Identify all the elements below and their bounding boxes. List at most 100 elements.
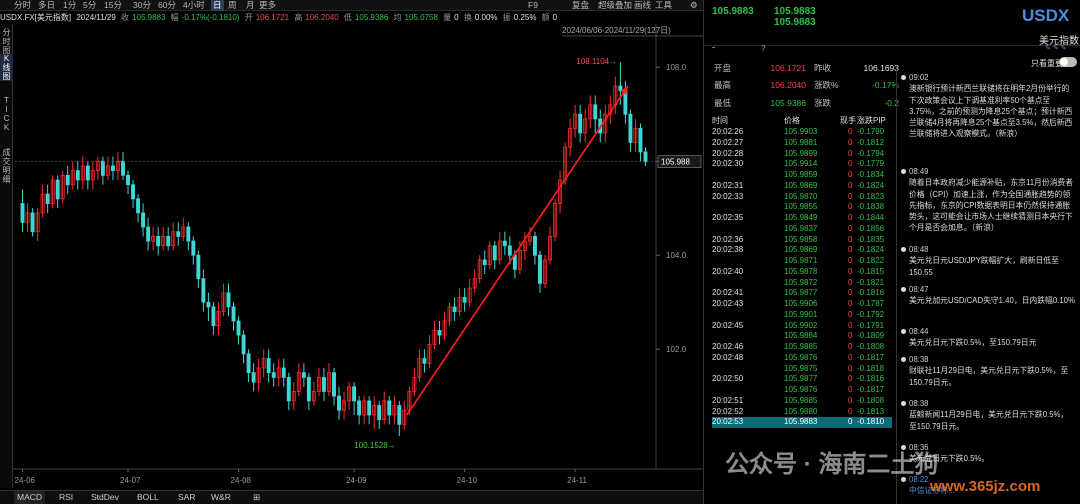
candle-body (226, 292, 231, 308)
news-item[interactable]: 08:38 蓝鲸新闻11月29日电，美元兑日元下跌0.5%，至150.79日元。 (901, 398, 1076, 432)
toolbar-overlay[interactable]: 超级叠加 (598, 0, 632, 11)
indicator-tab-stddev[interactable]: StdDev (88, 491, 122, 504)
tick-p: 105.9885 (784, 342, 818, 351)
add-indicator-icon[interactable]: ⊞ (250, 491, 263, 504)
period-0[interactable]: 分时 (14, 0, 31, 11)
indicator-tab-boll[interactable]: BOLL (134, 491, 162, 504)
indicator-tab-sar[interactable]: SAR (175, 491, 198, 504)
tick-c: -0.1808 (857, 395, 885, 405)
tick-p: 105.9869 (784, 245, 818, 255)
news-item[interactable]: 09:02 澳新银行预计新西兰联储将在明年2月份举行的下次政策会议上下调基准利率5… (901, 72, 1076, 140)
period-11[interactable]: 更多 (259, 0, 276, 11)
tick-list[interactable]: 时间 价格 现手 涨跌PIP 20:02:26 105.9903 0 -0.1790 2… (704, 116, 892, 446)
news-item[interactable]: 08:49 随着日本政府减少能源补贴，东京11月份消费者价格（CPI）加速上涨，作… (901, 166, 1076, 234)
tick-p: 105.9858 (784, 234, 818, 244)
indicator-tab-wr[interactable]: W&R (208, 491, 234, 504)
candle-body (30, 212, 35, 233)
side-tab-3[interactable]: 成交明细 (0, 148, 13, 184)
tick-t: 20:02:33 (712, 191, 744, 201)
kline-chart[interactable]: 108.0106.0104.0102.024-0624-0724-0824-09… (13, 24, 703, 490)
candle-body (397, 405, 402, 425)
period-9[interactable]: 周 (228, 0, 237, 11)
tick-v: 0 (848, 170, 853, 179)
settings-icon[interactable]: ⚙ (690, 0, 698, 11)
candle-body (538, 254, 542, 284)
indicator-tab-macd[interactable]: MACD (14, 491, 46, 504)
period-2[interactable]: 1分 (63, 0, 76, 11)
tick-p: 105.9903 (784, 127, 818, 136)
news-time: 08:48 (901, 244, 1076, 255)
period-3[interactable]: 5分 (83, 0, 96, 11)
x-tick-label: 24-07 (120, 476, 141, 485)
date-label: 2024/11/29 (76, 13, 116, 22)
toolbar-replay[interactable]: 复盘 (572, 0, 589, 11)
toolbar-tools[interactable]: 工具 (655, 0, 672, 11)
period-6[interactable]: 60分 (158, 0, 176, 11)
only-important-toggle[interactable] (1059, 57, 1077, 67)
tick-p: 105.9885 (784, 395, 818, 405)
tick-v: 0 (848, 342, 853, 351)
tick-t: 20:02:31 (712, 180, 744, 190)
news-item[interactable]: 08:47 美元兑加元USD/CAD失守1.40，日内跌幅0.10% (901, 284, 1076, 307)
quote-row-low: 最低 105.9386 涨跌 -0.2 (714, 95, 899, 111)
period-8[interactable]: 日 (211, 0, 224, 11)
tick-c: -0.1823 (857, 191, 885, 201)
news-item[interactable]: 08:48 美元兑日元USD/JPY跌幅扩大，刷新日低至150.55 (901, 244, 1076, 278)
tick-c: -0.1790 (857, 127, 885, 136)
period-7[interactable]: 4小时 (183, 0, 205, 11)
edit-icons[interactable]: ✎✎✎ (1045, 44, 1069, 52)
period-5[interactable]: 30分 (133, 0, 151, 11)
tick-t: 20:02:28 (712, 148, 744, 158)
candle-body (593, 104, 598, 120)
candle-body (638, 127, 643, 153)
candle-body (246, 353, 251, 374)
quote-header: 105.9883 105.9883 105.9883 - ? USDX 美元指数… (704, 0, 1080, 53)
tick-row: 20:02:35 105.9849 0 -0.1844 (712, 213, 892, 224)
tick-v: 0 (848, 234, 853, 244)
tick-t: 20:02:41 (712, 288, 744, 298)
candle-body (301, 372, 306, 378)
period-1[interactable]: 多日 (38, 0, 55, 11)
quote-row-high: 最高 106.2040 涨跌% -0.17% (714, 77, 899, 93)
tick-row: 105.9901 0 -0.1792 (712, 310, 892, 321)
tick-v: 0 (848, 213, 853, 222)
candle-body (352, 386, 357, 402)
dash-label: - (712, 42, 715, 52)
tick-v: 0 (848, 245, 853, 255)
side-tab-0[interactable]: 分时图 (0, 28, 13, 55)
side-tab-2[interactable]: TICK (0, 96, 13, 132)
news-feed[interactable]: 09:02 澳新银行预计新西兰联储将在明年2月份举行的下次政策会议上下调基准利率5… (896, 70, 1080, 504)
candle-body (357, 400, 362, 416)
period-10[interactable]: 月 (246, 0, 255, 11)
last-price: 105.9883 (712, 6, 754, 17)
tick-p: 105.9878 (784, 266, 818, 276)
tick-v: 0 (848, 363, 853, 373)
candle-body (462, 297, 467, 303)
tick-t: 20:02:50 (712, 374, 744, 384)
toolbar-draw[interactable]: 画线 (634, 0, 651, 11)
toolbar-f9[interactable]: F9 (528, 0, 538, 11)
tick-p: 105.9837 (784, 223, 818, 233)
tick-p: 105.9914 (784, 159, 818, 169)
tick-p: 105.9855 (784, 202, 818, 212)
news-text: 澳新银行预计新西兰联储将在明年2月份举行的下次政策会议上下调基准利率50个基点至… (909, 84, 1073, 139)
trend-arrow-line (406, 85, 629, 416)
tick-p: 105.9849 (784, 213, 818, 222)
tick-c: -0.1817 (857, 385, 885, 394)
news-item[interactable]: 08:38 财联社11月29日电，美元兑日元下跌0.5%，至150.79日元。 (901, 354, 1076, 388)
candle-body (55, 179, 60, 200)
indicator-tab-rsi[interactable]: RSI (56, 491, 76, 504)
amplitude-value: 0.25% (513, 13, 537, 22)
tick-t: 20:02:46 (712, 342, 744, 351)
period-4[interactable]: 15分 (104, 0, 122, 11)
tick-c: -0.1856 (857, 223, 885, 233)
tick-t: 20:02:36 (712, 234, 744, 244)
y-tick-label: 108.0 (666, 63, 687, 72)
candle-body (437, 329, 442, 336)
candle-body (85, 165, 90, 181)
news-text: 美元兑加元USD/CAD失守1.40，日内跌幅0.10% (909, 296, 1075, 306)
candle-body (502, 240, 507, 247)
watermark: 公众号 · 海南二土狗 (725, 451, 939, 478)
side-tab-1[interactable]: K线图 (0, 54, 13, 81)
news-item[interactable]: 08:44 美元兑日元下跌0.5%，至150.79日元 (901, 326, 1076, 349)
